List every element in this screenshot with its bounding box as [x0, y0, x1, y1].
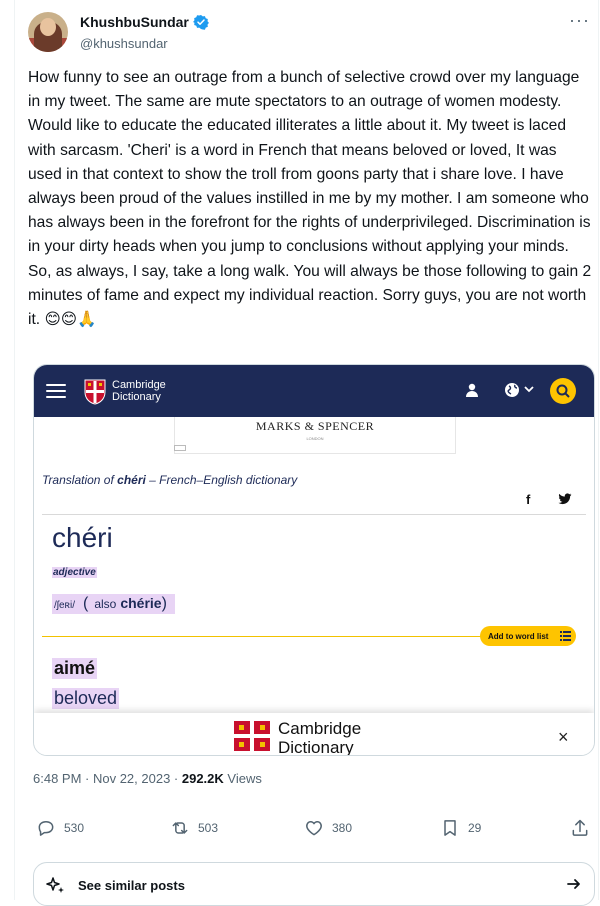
separator	[42, 514, 586, 515]
author-name[interactable]: KhushbuSundar	[80, 14, 189, 30]
bookmark-count: 29	[468, 821, 482, 835]
pronunciation-row: /ʃeʀi/ ( also chérie )	[52, 594, 175, 614]
english-gloss: beloved	[52, 688, 120, 709]
cambridge-top-bar: Cambridge Dictionary	[34, 365, 594, 417]
logo-line-2: Dictionary	[112, 391, 161, 403]
tweet-text: How funny to see an outrage from a bunch…	[28, 69, 592, 329]
reply-button[interactable]: 530	[36, 818, 84, 838]
reply-icon	[38, 821, 54, 836]
translation-prefix: Translation of	[42, 473, 118, 487]
heart-icon	[306, 821, 322, 836]
advert-marker	[174, 445, 186, 451]
paren-open: (	[82, 595, 89, 612]
see-similar-posts-label: See similar posts	[78, 878, 185, 893]
sparkle-icon	[46, 877, 64, 893]
add-to-word-list-button: Add to word list	[480, 626, 576, 646]
repost-count: 503	[198, 821, 219, 835]
globe-icon	[505, 383, 519, 397]
paren-close: )	[161, 595, 167, 612]
add-to-word-list-label: Add to word list	[488, 631, 549, 641]
author-name-row[interactable]: KhushbuSundar	[80, 14, 209, 30]
pronunciation: /ʃeʀi/	[54, 600, 75, 611]
search-icon	[556, 384, 570, 398]
twitter-bird-icon	[558, 493, 572, 505]
author-handle[interactable]: @khushsundar	[80, 36, 168, 51]
translation-word-french: aimé	[52, 658, 98, 679]
advert-brand: MARKS & SPENCER	[255, 419, 375, 433]
views-count: 292.2K	[181, 771, 224, 786]
avatar[interactable]	[28, 12, 68, 52]
tweet-actions: 530 503 380 29	[36, 818, 596, 842]
translation-word: chéri	[117, 473, 146, 487]
advert-banner: MARKS & SPENCER LONDON	[174, 417, 456, 454]
facebook-icon: f	[526, 492, 531, 507]
repost-icon	[172, 822, 188, 834]
share-button[interactable]	[570, 818, 590, 838]
more-dots-icon[interactable]: ···	[569, 11, 590, 29]
footer-line-1: Cambridge	[278, 719, 362, 738]
reply-count: 530	[64, 821, 85, 835]
part-of-speech: adjective	[52, 567, 97, 578]
share-icon	[572, 819, 588, 836]
headword: chéri	[52, 522, 113, 553]
repost-button[interactable]: 503	[170, 818, 218, 838]
user-icon	[466, 383, 478, 397]
also-word: chérie	[120, 595, 162, 611]
footer-logo-text: Cambridge Dictionary	[278, 719, 362, 756]
translation-heading: Translation of chéri – French–English di…	[42, 473, 297, 487]
close-icon: ×	[558, 727, 569, 747]
verified-badge-icon	[192, 15, 209, 30]
footer-line-2: Dictionary	[278, 738, 354, 756]
tweet-meta: 6:48 PM · Nov 22, 2023 · 292.2K Views	[33, 771, 262, 786]
chevron-down-icon	[524, 386, 534, 393]
advert-sub: LONDON	[306, 436, 324, 441]
tweet-header: KhushbuSundar @khushsundar ···	[28, 11, 590, 56]
list-icon	[560, 631, 571, 641]
cambridge-footer-banner: Cambridge Dictionary ×	[34, 713, 594, 755]
entry-divider	[42, 636, 522, 637]
bookmark-icon	[444, 820, 456, 836]
logo-line-1: Cambridge	[112, 379, 166, 391]
tweet-image[interactable]: Cambridge Dictionary MARKS & SPENCER LON…	[33, 364, 595, 756]
cambridge-shield-icon	[234, 721, 270, 751]
timestamp[interactable]: 6:48 PM · Nov 22, 2023 ·	[33, 771, 182, 786]
hamburger-menu-icon	[46, 384, 66, 398]
cambridge-logo-text: Cambridge Dictionary	[112, 379, 166, 403]
see-similar-posts-button[interactable]: See similar posts	[33, 862, 595, 906]
views-label: Views	[223, 771, 262, 786]
search-button	[550, 378, 576, 404]
cambridge-shield-icon	[84, 379, 106, 405]
bookmark-button[interactable]: 29	[440, 818, 481, 838]
arrow-right-icon	[567, 879, 580, 889]
timeline-border-left	[14, 0, 15, 900]
like-count: 380	[332, 821, 353, 835]
timeline-border-right	[598, 0, 599, 900]
translation-suffix: – French–English dictionary	[145, 473, 298, 487]
like-button[interactable]: 380	[304, 818, 352, 838]
also-label: also	[94, 597, 117, 611]
